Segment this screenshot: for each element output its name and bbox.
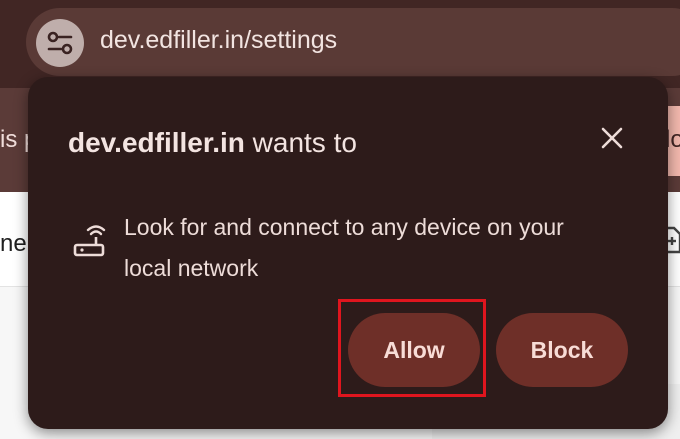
dialog-site: dev.edfiller.in	[68, 127, 245, 158]
close-button[interactable]	[596, 122, 628, 154]
permission-dialog: dev.edfiller.in wants to Look for and co…	[28, 77, 668, 429]
close-icon	[601, 127, 623, 149]
site-info-button[interactable]	[36, 19, 84, 67]
router-icon	[73, 225, 106, 257]
tune-icon	[47, 31, 73, 55]
permission-description: Look for and connect to any device on yo…	[124, 214, 564, 281]
dialog-title-suffix: wants to	[244, 127, 357, 158]
browser-toolbar: dev.edfiller.in/settings	[0, 0, 680, 88]
url-text[interactable]: dev.edfiller.in/settings	[100, 26, 337, 55]
page-content-text: ne	[0, 230, 27, 257]
block-button[interactable]: Block	[496, 313, 628, 387]
allow-button[interactable]: Allow	[348, 313, 480, 387]
dialog-title: dev.edfiller.in wants to	[68, 127, 357, 159]
